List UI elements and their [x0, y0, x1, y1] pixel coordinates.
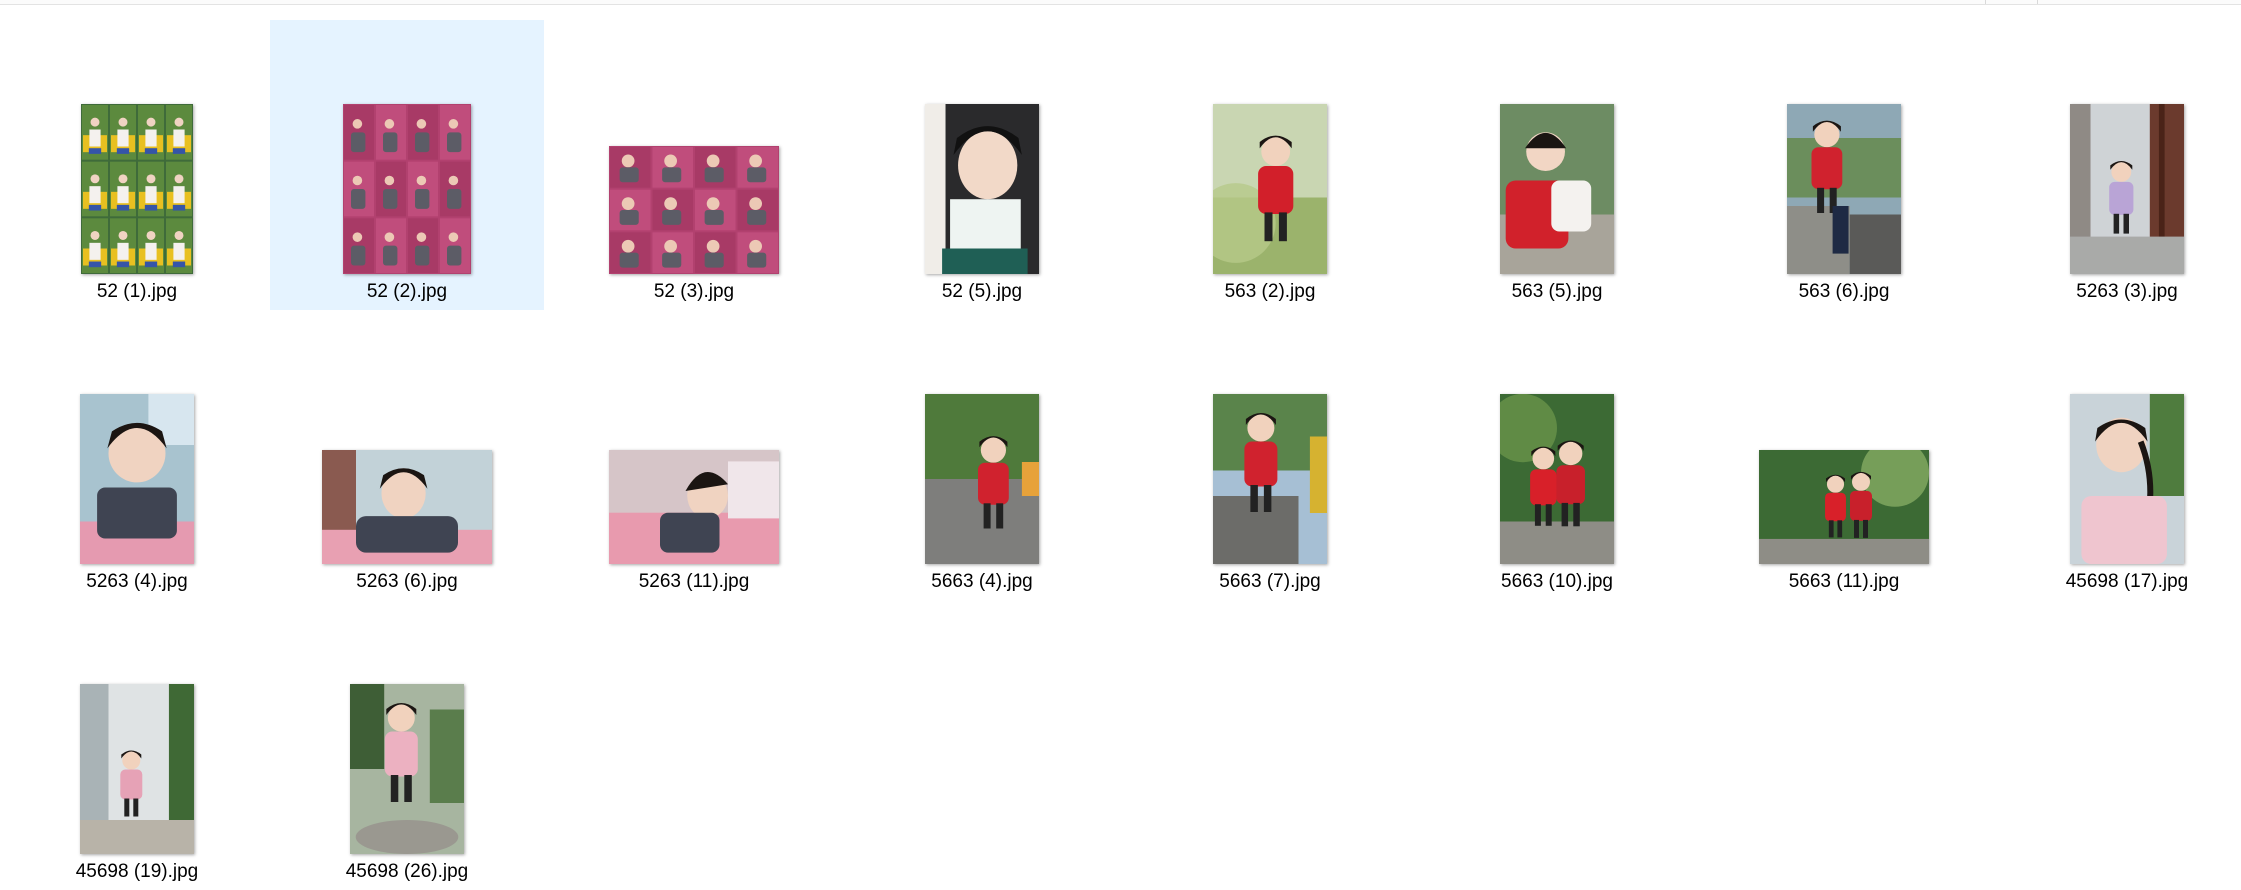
thumbnail-image	[322, 450, 492, 564]
file-thumbnail	[1787, 104, 1901, 274]
file-name: 45698 (17).jpg	[2065, 571, 2189, 592]
file-name: 563 (2).jpg	[1224, 281, 1316, 302]
file-tile[interactable]: 5263 (11).jpg	[557, 310, 831, 600]
file-thumbnail	[2070, 104, 2184, 274]
file-thumbnail	[343, 104, 471, 274]
file-thumbnail	[1759, 450, 1929, 564]
file-thumbnail	[1213, 104, 1327, 274]
file-tile[interactable]: 563 (5).jpg	[1420, 20, 1694, 310]
file-tile[interactable]: 5663 (11).jpg	[1707, 310, 1981, 600]
file-thumbnail	[1500, 104, 1614, 274]
file-name: 5663 (10).jpg	[1501, 571, 1613, 592]
file-thumbnail	[80, 394, 194, 564]
file-tile[interactable]: 45698 (17).jpg	[1990, 310, 2241, 600]
file-tile[interactable]: 45698 (26).jpg	[270, 600, 544, 890]
file-name: 563 (6).jpg	[1798, 281, 1890, 302]
file-name: 563 (5).jpg	[1511, 281, 1603, 302]
file-thumbnail	[322, 450, 492, 564]
file-name: 5263 (4).jpg	[86, 571, 188, 592]
file-thumbnail	[925, 394, 1039, 564]
thumbnail-image	[1787, 104, 1901, 274]
file-thumbnail-grid: 52 (1).jpg 52 (2).jpg 52 (3).jpg 52 (5).…	[0, 0, 2241, 882]
file-name: 5263 (6).jpg	[356, 571, 458, 592]
file-thumbnail	[350, 684, 464, 854]
thumbnail-image	[1759, 450, 1929, 564]
file-tile[interactable]: 5663 (4).jpg	[845, 310, 1119, 600]
file-tile[interactable]: 45698 (19).jpg	[0, 600, 274, 890]
thumbnail-image	[81, 104, 193, 274]
file-tile[interactable]: 5663 (10).jpg	[1420, 310, 1694, 600]
file-tile[interactable]: 52 (3).jpg	[557, 20, 831, 310]
file-thumbnail	[2070, 394, 2184, 564]
thumbnail-image	[1500, 104, 1614, 274]
file-name: 5663 (11).jpg	[1788, 571, 1900, 592]
thumbnail-image	[2070, 104, 2184, 274]
file-name: 52 (2).jpg	[366, 281, 448, 302]
file-tile[interactable]: 563 (6).jpg	[1707, 20, 1981, 310]
file-tile[interactable]: 5263 (3).jpg	[1990, 20, 2241, 310]
file-name: 5263 (3).jpg	[2076, 281, 2178, 302]
file-thumbnail	[1213, 394, 1327, 564]
thumbnail-image	[925, 104, 1039, 274]
file-thumbnail	[925, 104, 1039, 274]
file-tile[interactable]: 563 (2).jpg	[1133, 20, 1407, 310]
file-name: 5663 (7).jpg	[1219, 571, 1321, 592]
thumbnail-image	[2070, 394, 2184, 564]
thumbnail-image	[80, 684, 194, 854]
thumbnail-image	[350, 684, 464, 854]
file-tile[interactable]: 5263 (6).jpg	[270, 310, 544, 600]
file-name: 52 (3).jpg	[653, 281, 735, 302]
file-thumbnail	[1500, 394, 1614, 564]
thumbnail-image	[343, 104, 471, 274]
file-thumbnail	[609, 146, 779, 274]
file-thumbnail	[80, 684, 194, 854]
file-tile[interactable]: 52 (1).jpg	[0, 20, 274, 310]
file-name: 45698 (26).jpg	[345, 861, 469, 882]
file-tile[interactable]: 5263 (4).jpg	[0, 310, 274, 600]
file-name: 5263 (11).jpg	[638, 571, 750, 592]
thumbnail-image	[80, 394, 194, 564]
file-tile[interactable]: 52 (5).jpg	[845, 20, 1119, 310]
file-thumbnail	[81, 104, 193, 274]
file-name: 52 (1).jpg	[96, 281, 178, 302]
thumbnail-image	[1500, 394, 1614, 564]
file-name: 52 (5).jpg	[941, 281, 1023, 302]
file-tile[interactable]: 5663 (7).jpg	[1133, 310, 1407, 600]
file-tile[interactable]: 52 (2).jpg	[270, 20, 544, 310]
thumbnail-image	[1213, 394, 1327, 564]
thumbnail-image	[1213, 104, 1327, 274]
file-name: 45698 (19).jpg	[75, 861, 199, 882]
thumbnail-image	[609, 146, 779, 274]
thumbnail-image	[609, 450, 779, 564]
file-thumbnail	[609, 450, 779, 564]
thumbnail-image	[925, 394, 1039, 564]
file-name: 5663 (4).jpg	[931, 571, 1033, 592]
